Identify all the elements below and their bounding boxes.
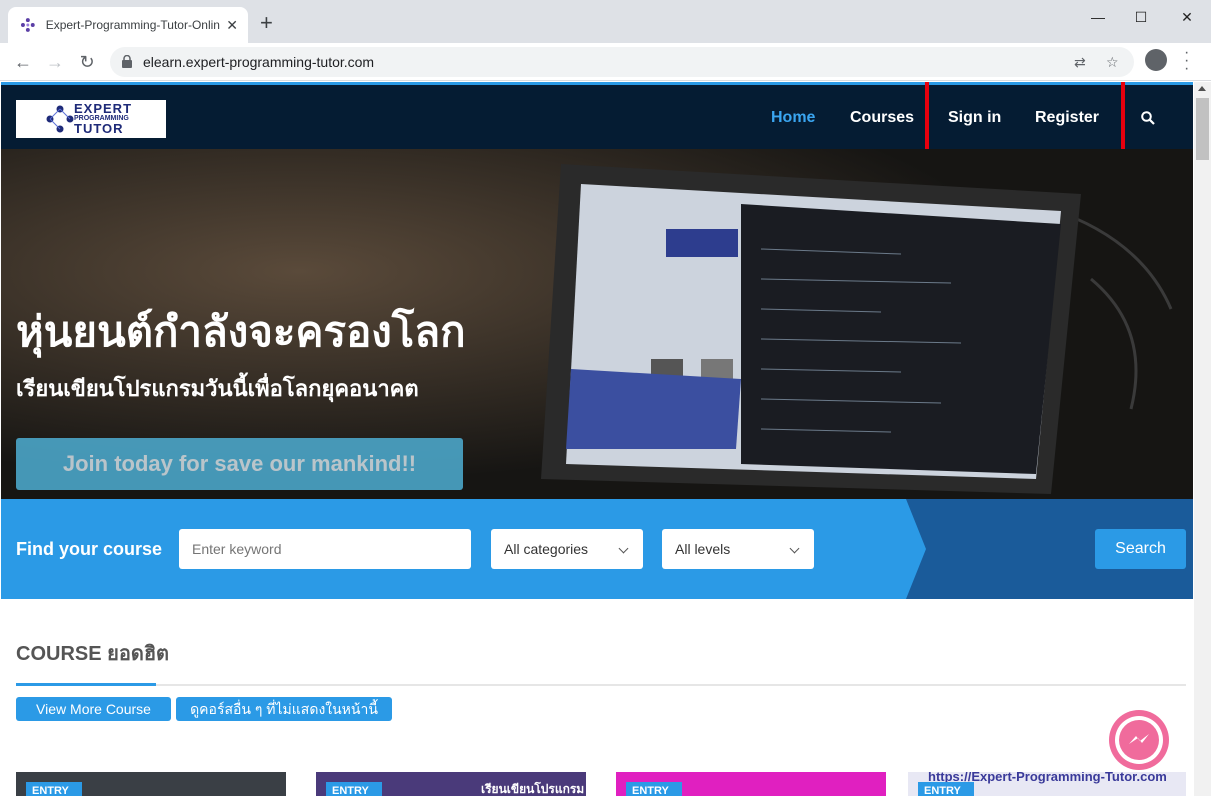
logo-mark-icon — [46, 105, 74, 133]
category-select-value: All categories — [504, 541, 589, 557]
logo-wordmark: EXPERT PROGRAMMING TUTOR — [74, 101, 133, 136]
card-banner-text: เรียนเขียนโปรแกรม — [481, 782, 585, 796]
join-today-button[interactable]: Join today for save our mankind!! — [16, 438, 463, 490]
messenger-chat-button[interactable] — [1109, 710, 1169, 770]
back-arrow-icon[interactable]: ← — [12, 51, 34, 73]
section-divider-accent — [16, 683, 156, 686]
window-maximize-button[interactable]: ☐ — [1121, 6, 1161, 28]
course-card[interactable]: ENTRY — [616, 772, 886, 796]
keyword-input[interactable] — [179, 529, 471, 569]
card-level-tag: ENTRY — [626, 782, 682, 796]
browser-tab-strip: Expert-Programming-Tutor-Online ✕ + — ☐ … — [0, 0, 1211, 43]
tab-title: Expert-Programming-Tutor-Online — [45, 18, 221, 32]
profile-avatar-icon[interactable] — [1145, 49, 1167, 71]
address-bar[interactable]: elearn.expert-programming-tutor.com ⇄ ☆ — [110, 47, 1134, 77]
chevron-down-icon — [618, 543, 629, 554]
window-minimize-button[interactable]: — — [1078, 6, 1118, 28]
card-level-tag: ENTRY — [26, 782, 82, 796]
course-card[interactable]: เรียนเขียนโปรแกรม ENTRY — [316, 772, 586, 796]
window-close-button[interactable]: ✕ — [1167, 6, 1207, 28]
level-select[interactable]: All levels — [662, 529, 814, 569]
category-select[interactable]: All categories — [491, 529, 643, 569]
site-logo[interactable]: EXPERT PROGRAMMING TUTOR — [16, 100, 166, 138]
hero-subtitle: เรียนเขียนโปรแกรมวันนี้เพื่อโลกยุคอนาคต — [16, 376, 419, 401]
section-divider — [16, 684, 1186, 686]
web-page: EXPERT PROGRAMMING TUTOR Home Courses Si… — [1, 82, 1193, 796]
hero-title: หุ่นยนต์กำลังจะครองโลก — [16, 308, 466, 355]
section-title: COURSE ยอดฮิต — [16, 643, 170, 665]
site-header: EXPERT PROGRAMMING TUTOR Home Courses Si… — [1, 82, 1193, 161]
messenger-icon — [1115, 716, 1163, 764]
search-icon[interactable] — [1141, 111, 1155, 125]
reload-icon[interactable]: ↻ — [76, 51, 98, 73]
course-card[interactable]: ENTRY — [16, 772, 286, 796]
hero-banner: หุ่นยนต์กำลังจะครองโลก เรียนเขียนโปรแกรม… — [1, 149, 1193, 499]
browser-menu-icon[interactable]: · · · — [1184, 45, 1189, 77]
translate-icon[interactable]: ⇄ — [1074, 54, 1086, 71]
bookmark-star-icon[interactable]: ☆ — [1106, 54, 1119, 71]
forward-arrow-icon[interactable]: → — [44, 51, 66, 73]
browser-toolbar: ← → ↻ elearn.expert-programming-tutor.co… — [0, 43, 1211, 81]
find-course-label: Find your course — [16, 539, 163, 559]
view-more-course-button[interactable]: View More Course — [16, 697, 171, 721]
search-button[interactable]: Search — [1095, 529, 1186, 569]
browser-tab[interactable]: Expert-Programming-Tutor-Online ✕ — [8, 7, 248, 43]
course-finder-bar: Find your course All categories All leve… — [1, 499, 1193, 599]
course-card[interactable]: https://Expert-Programming-Tutor.com ENT… — [908, 772, 1186, 796]
lock-icon — [122, 55, 132, 68]
card-level-tag: ENTRY — [918, 782, 974, 796]
chevron-down-icon — [789, 543, 800, 554]
new-tab-button[interactable]: + — [260, 12, 273, 34]
page-scrollbar[interactable] — [1194, 82, 1211, 796]
card-level-tag: ENTRY — [326, 782, 382, 796]
tab-close-icon[interactable]: ✕ — [226, 17, 238, 34]
url-text: elearn.expert-programming-tutor.com — [143, 54, 375, 70]
site-favicon-icon — [20, 18, 35, 32]
other-courses-button[interactable]: ดูคอร์สอื่น ๆ ที่ไม่แสดงในหน้านี้ — [176, 697, 392, 721]
scroll-up-arrow-icon[interactable] — [1198, 86, 1206, 91]
nav-courses[interactable]: Courses — [850, 109, 914, 127]
level-select-value: All levels — [675, 541, 731, 557]
scrollbar-thumb[interactable] — [1196, 98, 1209, 160]
nav-home[interactable]: Home — [771, 109, 815, 127]
